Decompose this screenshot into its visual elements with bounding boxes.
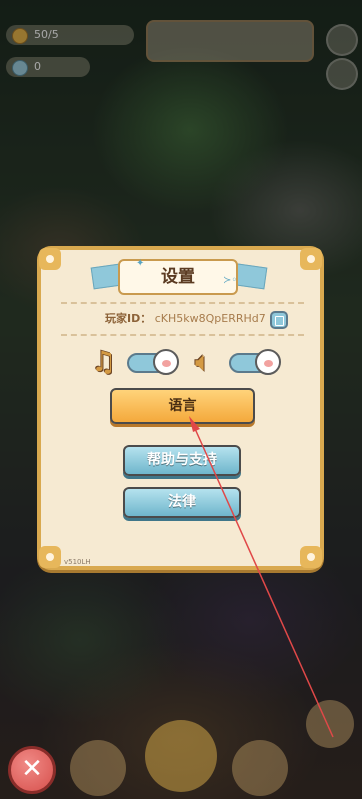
pointer-arrow [189,416,334,738]
